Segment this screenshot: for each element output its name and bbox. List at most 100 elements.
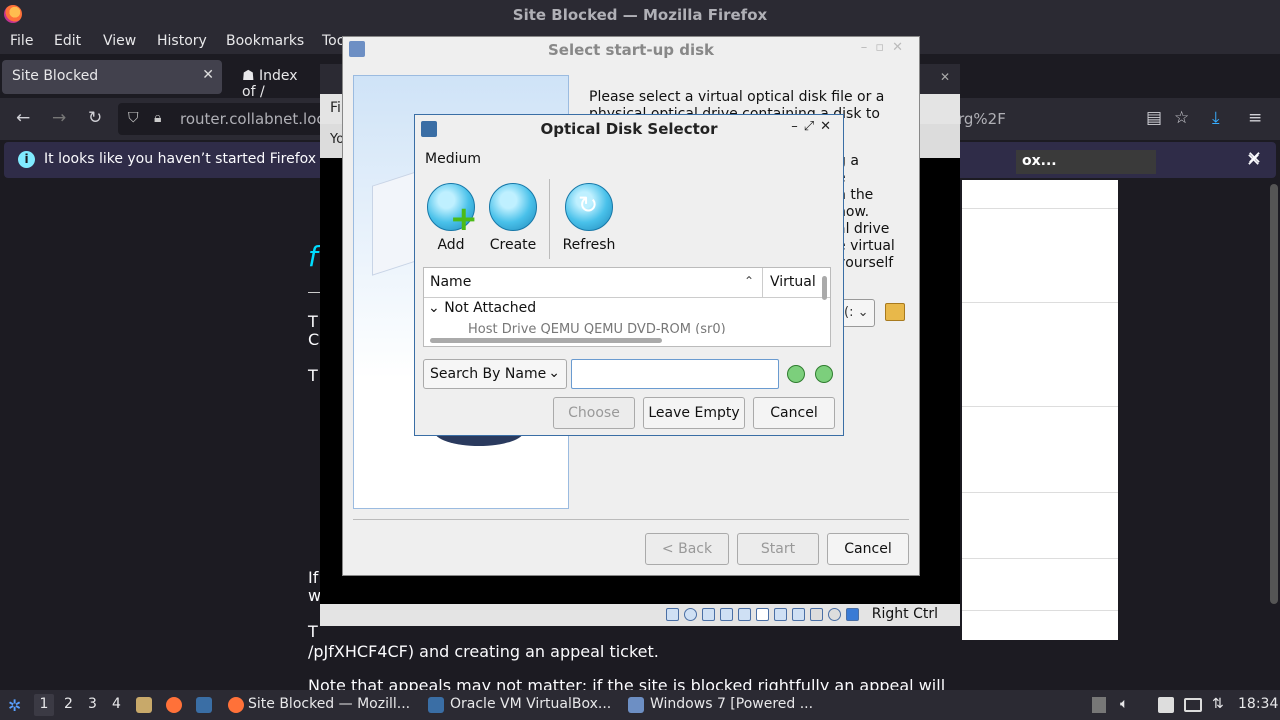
bookmark-star-icon[interactable]: ☆ — [1174, 108, 1189, 128]
audio-status-icon[interactable] — [702, 608, 715, 621]
menu-view[interactable]: View — [103, 33, 136, 49]
page-note-text: Note that appeals may not matter; if the… — [308, 676, 946, 690]
toolbar-divider — [549, 179, 550, 259]
dialog-title: Select start-up disk — [547, 41, 714, 59]
table-row[interactable]: Host Drive QEMU QEMU DVD-ROM (sr0) — [468, 322, 726, 334]
refresh-button[interactable]: ↻ Refresh — [559, 183, 619, 253]
url-text[interactable]: router.collabnet.loc — [180, 110, 325, 128]
start-menu-icon[interactable]: ✲ — [8, 696, 21, 715]
menu-edit[interactable]: Edit — [54, 33, 81, 49]
search-next-icon[interactable] — [815, 365, 833, 383]
clipboard-icon[interactable] — [1158, 697, 1174, 713]
startup-cancel-button[interactable]: Cancel — [827, 533, 909, 565]
taskbar: ✲ 1 2 3 4 Site Blocked — Mozill... Oracl… — [0, 690, 1280, 720]
chevron-down-icon: ⌄ — [853, 305, 869, 320]
ods-cancel-button[interactable]: Cancel — [753, 397, 835, 429]
create-button[interactable]: Create — [483, 183, 543, 253]
menu-file[interactable]: File — [10, 33, 33, 49]
network-status-icon[interactable] — [720, 608, 733, 621]
optical-status-icon[interactable] — [684, 608, 697, 621]
lock-icon[interactable]: 🔒︎ — [154, 110, 161, 126]
tab-index[interactable]: ☗ Index of / — [232, 60, 322, 100]
taskbar-app-virtualbox[interactable]: Oracle VM VirtualBox... — [450, 696, 611, 712]
horizontal-scrollbar[interactable] — [430, 338, 662, 343]
menu-bookmarks[interactable]: Bookmarks — [226, 33, 304, 49]
divider — [353, 519, 909, 520]
add-button[interactable]: + Add — [421, 183, 481, 253]
ods-title: Optical Disk Selector — [540, 120, 718, 138]
taskbar-app-windows7[interactable]: Windows 7 [Powered ... — [650, 696, 813, 712]
forward-icon[interactable]: → — [52, 108, 66, 128]
display-icon[interactable] — [1184, 698, 1202, 712]
clock: 18:34 — [1238, 696, 1279, 712]
menu-history[interactable]: History — [157, 33, 207, 49]
tray-expand-icon[interactable] — [1092, 697, 1106, 713]
back-icon[interactable]: ← — [16, 108, 30, 128]
sort-asc-icon: ⌃ — [744, 274, 755, 288]
dialog-window-controls-icon[interactable]: –▫✕ — [861, 40, 911, 55]
divider — [962, 208, 1118, 209]
vm-app-icon — [628, 697, 644, 713]
display-status-icon[interactable] — [774, 608, 787, 621]
chevron-down-icon[interactable]: ⌄ — [428, 300, 444, 316]
divider — [962, 558, 1118, 559]
taskbar-app-firefox[interactable]: Site Blocked — Mozill... — [248, 696, 410, 712]
vertical-scrollbar[interactable] — [822, 276, 827, 300]
search-previous-icon[interactable] — [787, 365, 805, 383]
back-button[interactable]: < Back — [645, 533, 729, 565]
usb-status-icon[interactable] — [738, 608, 751, 621]
choose-button[interactable]: Choose — [553, 397, 635, 429]
shared-folder-status-icon[interactable] — [756, 608, 769, 621]
ods-window-controls-icon[interactable]: –⤢✕ — [791, 119, 837, 134]
tree-group-row[interactable]: ⌄ Not Attached — [428, 300, 536, 316]
reader-view-icon[interactable]: ▤ — [1146, 108, 1162, 128]
start-button[interactable]: Start — [737, 533, 819, 565]
keyboard-status-icon[interactable] — [846, 608, 859, 621]
terminal-icon[interactable] — [196, 697, 212, 713]
search-by-combo[interactable]: Search By Name ⌄ — [423, 359, 567, 389]
firefox-launcher-icon[interactable] — [166, 697, 182, 713]
shield-icon[interactable]: ⛉ — [128, 110, 139, 126]
notification-text: It looks like you haven’t started Firefo… — [44, 151, 334, 167]
column-virtual[interactable]: Virtual — [770, 274, 816, 290]
vm-statusbar: Right Ctrl — [320, 604, 960, 626]
column-name[interactable]: Name — [430, 274, 471, 290]
search-by-value: Search By Name — [430, 366, 547, 382]
workspace-2[interactable]: 2 — [64, 696, 73, 712]
workspace-1[interactable]: 1 — [34, 694, 54, 716]
hamburger-menu-icon[interactable]: ≡ — [1248, 108, 1262, 128]
vm-close-icon[interactable]: ✕ — [940, 70, 950, 84]
firefox-app-icon — [228, 697, 244, 713]
url-bar[interactable]: ⛉ 🔒︎ router.collabnet.loc — [118, 103, 328, 135]
desc-line: yourself — [837, 255, 894, 271]
cpu-status-icon[interactable] — [810, 608, 823, 621]
recording-status-icon[interactable] — [792, 608, 805, 621]
desc-line: e — [837, 170, 917, 187]
guest-side-panel — [962, 180, 1118, 640]
tab-site-blocked[interactable]: Site Blocked ✕ — [2, 60, 222, 94]
mouse-status-icon[interactable] — [828, 608, 841, 621]
guest-close-icon[interactable]: ✕ — [1246, 150, 1261, 171]
search-input[interactable] — [571, 359, 779, 389]
virtualbox-app-icon — [428, 697, 444, 713]
create-label: Create — [489, 237, 537, 253]
close-tab-icon[interactable]: ✕ — [202, 67, 214, 83]
medium-tree-table[interactable]: Name ⌃ Virtual ⌄ Not Attached Host Drive… — [423, 267, 831, 347]
workspace-3[interactable]: 3 — [88, 696, 97, 712]
group-label: Not Attached — [444, 300, 537, 316]
folder-open-icon[interactable] — [885, 303, 905, 321]
page-text-c1: C — [308, 330, 320, 349]
page-scrollbar[interactable] — [1270, 184, 1278, 604]
vm-menu-fragment[interactable]: Fi — [330, 100, 341, 116]
divider — [962, 492, 1118, 493]
workspace-4[interactable]: 4 — [112, 696, 121, 712]
downloads-icon[interactable]: ⤓ — [1212, 108, 1220, 128]
disk-select-combo[interactable]: (: ⌄ — [839, 299, 875, 327]
reload-icon[interactable]: ↻ — [88, 108, 102, 128]
network-icon[interactable]: ⇅ — [1212, 696, 1224, 712]
leave-empty-button[interactable]: Leave Empty — [643, 397, 745, 429]
hdd-status-icon[interactable] — [666, 608, 679, 621]
refresh-icon: ↻ — [565, 183, 613, 231]
volume-icon[interactable]: 🔈︎ — [1120, 696, 1128, 712]
file-manager-icon[interactable] — [136, 697, 152, 713]
